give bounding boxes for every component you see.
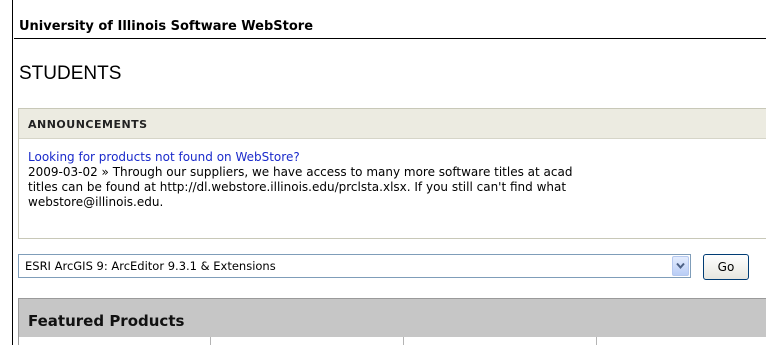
announcements-panel: ANNOUNCEMENTS Looking for products not f… <box>18 108 766 239</box>
store-title: University of Illinois Software WebStore <box>19 19 314 34</box>
featured-products-header: Featured Products <box>19 299 766 337</box>
product-select[interactable]: ESRI ArcGIS 9: ArcEditor 9.3.1 & Extensi… <box>18 254 691 278</box>
featured-products-panel: Featured Products <box>18 298 766 345</box>
featured-cell-divider <box>403 337 404 345</box>
announcement-line-2: titles can be found at http://dl.webstor… <box>28 180 567 194</box>
product-select-value: ESRI ArcGIS 9: ArcEditor 9.3.1 & Extensi… <box>25 259 276 273</box>
announcements-header-label: ANNOUNCEMENTS <box>28 118 148 131</box>
go-button[interactable]: Go <box>703 254 749 280</box>
dropdown-arrow-button[interactable] <box>672 256 689 276</box>
webstore-page: University of Illinois Software WebStore… <box>0 0 766 345</box>
announcement-line-1: 2009-03-02 » Through our suppliers, we h… <box>28 165 573 179</box>
page-left-border <box>12 0 13 345</box>
announcement-link[interactable]: Looking for products not found on WebSto… <box>28 150 766 165</box>
featured-cell-divider <box>596 337 597 345</box>
featured-products-title: Featured Products <box>28 312 185 330</box>
title-divider <box>14 38 766 39</box>
featured-cell-divider <box>210 337 211 345</box>
announcement-line-3: webstore@illinois.edu. <box>28 195 164 209</box>
chevron-down-icon <box>676 262 685 270</box>
page-title: STUDENTS <box>19 63 122 84</box>
announcement-item: Looking for products not found on WebSto… <box>28 150 766 210</box>
announcements-header: ANNOUNCEMENTS <box>19 109 766 139</box>
